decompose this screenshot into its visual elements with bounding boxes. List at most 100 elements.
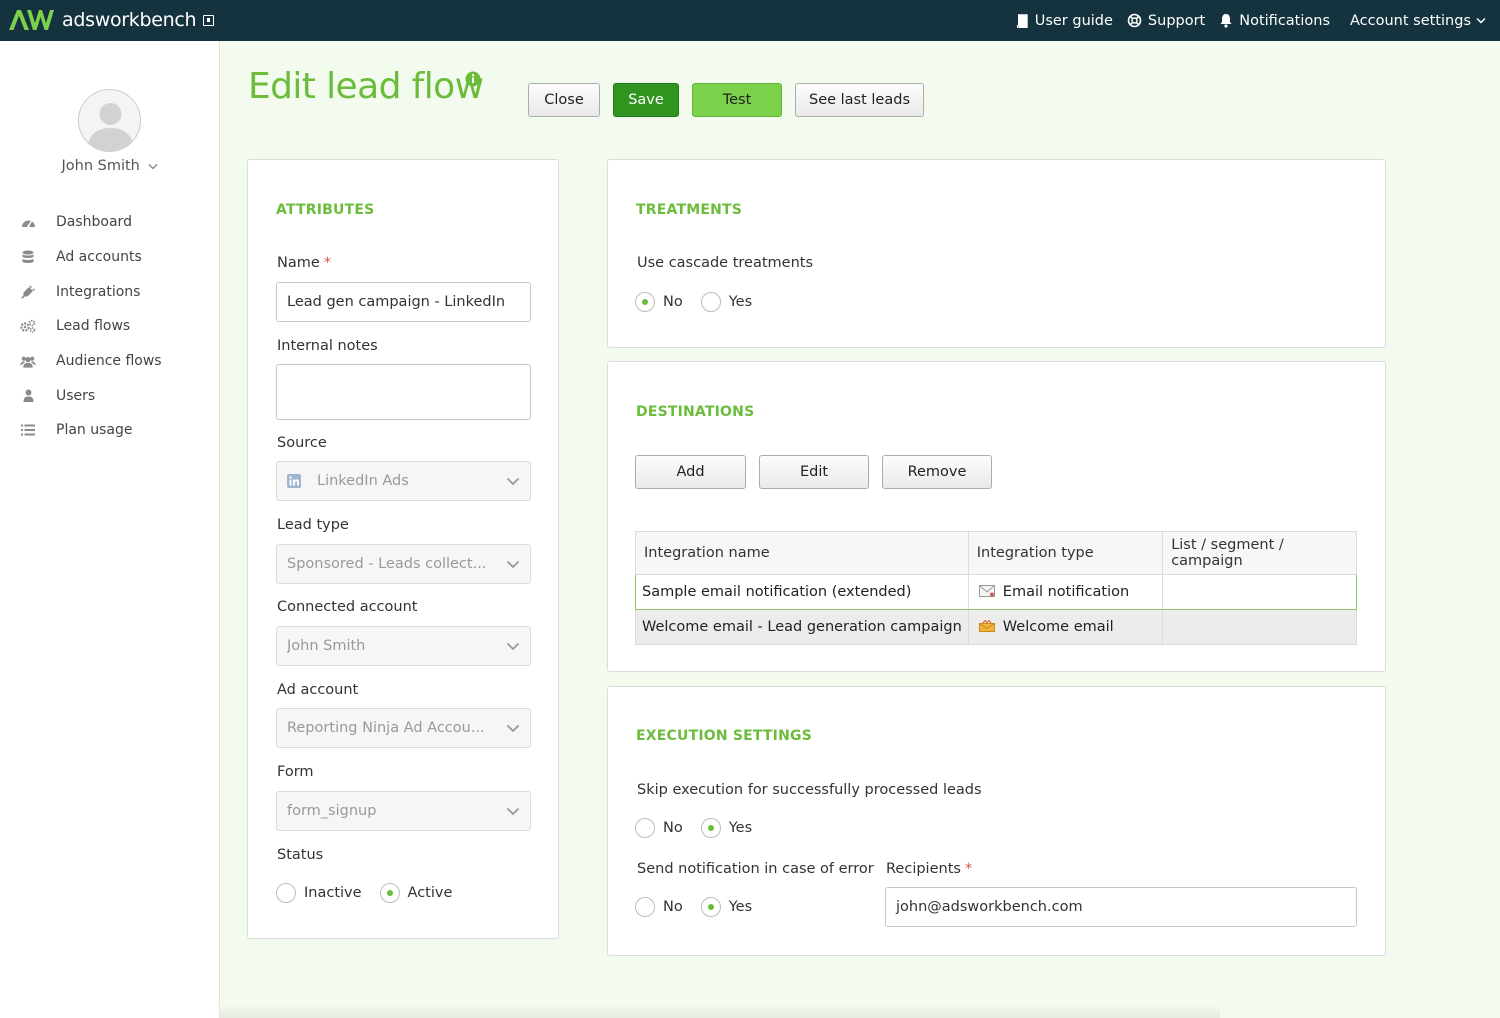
welcome-mail-icon <box>978 620 995 632</box>
chevron-down-icon <box>506 807 520 815</box>
edit-destination-button[interactable]: Edit <box>759 455 869 489</box>
skip-execution-radio-group: No Yes <box>635 818 770 838</box>
notify-yes-radio[interactable]: Yes <box>700 897 753 917</box>
chevron-down-icon <box>506 477 520 485</box>
integration-type-cell: Welcome email <box>967 609 1164 645</box>
required-marker: * <box>323 255 332 271</box>
radio-label: Yes <box>728 294 753 310</box>
info-icon[interactable] <box>465 71 481 87</box>
plug-icon <box>21 285 35 299</box>
sidebar-item-label: Integrations <box>56 283 141 300</box>
notify-no-radio[interactable]: No <box>635 897 683 917</box>
test-button[interactable]: Test <box>692 83 782 117</box>
radio-circle <box>635 897 655 917</box>
radio-circle-selected <box>700 897 721 917</box>
radio-label: No <box>663 294 683 310</box>
column-header[interactable]: Integration name <box>635 531 969 575</box>
skip-execution-label: Skip execution for successfully processe… <box>637 782 982 798</box>
notifications-link[interactable]: Notifications <box>1219 13 1330 29</box>
skip-yes-radio[interactable]: Yes <box>700 818 752 838</box>
sidebar-item-lead-flows[interactable]: Lead flows <box>20 309 162 344</box>
sidebar: John Smith Dashboard Ad accounts Integra… <box>0 41 220 1018</box>
source-label: Source <box>277 435 327 451</box>
source-select[interactable]: LinkedIn Ads <box>276 461 531 501</box>
recipients-input[interactable]: john@adsworkbench.com <box>885 887 1357 927</box>
envelope-icon <box>978 585 995 597</box>
form-label: Form <box>277 764 314 780</box>
sidebar-item-dashboard[interactable]: Dashboard <box>20 205 162 240</box>
column-header[interactable]: List / segment / campaign <box>1162 531 1357 575</box>
internal-notes-textarea[interactable] <box>276 364 531 420</box>
table-header-row: Integration name Integration type List /… <box>635 531 1357 575</box>
close-button[interactable]: Close <box>528 83 600 117</box>
account-settings-label: Account settings <box>1350 12 1471 29</box>
radio-label: Inactive <box>304 885 362 901</box>
user-name: John Smith <box>61 158 140 174</box>
lead-type-value: Sponsored - Leads collect... <box>287 556 487 572</box>
integration-name-cell: Welcome email - Lead generation campaign <box>635 609 969 645</box>
sidebar-item-ad-accounts[interactable]: Ad accounts <box>20 240 162 275</box>
gears-icon <box>20 320 36 334</box>
form-select[interactable]: form_signup <box>276 791 531 831</box>
linkedin-icon <box>287 474 301 488</box>
list-icon <box>21 424 35 436</box>
radio-label: No <box>663 899 683 915</box>
ad-account-select[interactable]: Reporting Ninja Ad Accou... <box>276 708 531 748</box>
user-guide-label: User guide <box>1034 12 1113 29</box>
table-row[interactable]: Welcome email - Lead generation campaign… <box>635 609 1357 645</box>
lead-type-select[interactable]: Sponsored - Leads collect... <box>276 544 531 584</box>
save-button[interactable]: Save <box>613 83 679 117</box>
table-row[interactable]: Sample email notification (extended) Ema… <box>635 574 1357 610</box>
sidebar-item-label: Audience flows <box>56 353 162 370</box>
user-icon <box>23 389 33 403</box>
support-link[interactable]: Support <box>1127 13 1205 29</box>
cascade-yes-radio[interactable]: Yes <box>700 292 753 312</box>
skip-no-radio[interactable]: No <box>635 818 683 838</box>
ad-account-label: Ad account <box>277 682 359 698</box>
see-last-leads-button[interactable]: See last leads <box>795 83 924 117</box>
column-header[interactable]: Integration type <box>967 531 1164 575</box>
avatar[interactable] <box>78 89 141 152</box>
cascade-no-radio[interactable]: No <box>635 292 683 312</box>
support-label: Support <box>1147 12 1206 29</box>
integration-type-label: Welcome email <box>1002 619 1114 635</box>
account-settings-menu[interactable]: Account settings <box>1350 13 1486 29</box>
user-menu[interactable]: John Smith <box>0 158 220 174</box>
chevron-down-icon <box>506 560 520 568</box>
radio-circle-selected <box>635 292 655 312</box>
radio-circle-selected <box>700 818 721 838</box>
sidebar-item-integrations[interactable]: Integrations <box>20 274 162 309</box>
top-navigation: User guide Support Notifications Account… <box>1001 0 1486 41</box>
remove-destination-button[interactable]: Remove <box>882 455 992 489</box>
destinations-title: DESTINATIONS <box>636 404 755 420</box>
required-marker: * <box>964 861 973 877</box>
status-inactive-radio[interactable]: Inactive <box>276 883 362 903</box>
sidebar-item-label: Ad accounts <box>56 249 142 266</box>
sidebar-item-users[interactable]: Users <box>20 378 162 413</box>
book-icon <box>1016 13 1028 28</box>
connected-account-select[interactable]: John Smith <box>276 626 531 666</box>
name-input[interactable]: Lead gen campaign - LinkedIn <box>276 282 531 322</box>
attributes-title: ATTRIBUTES <box>276 202 375 218</box>
page-title: Edit lead flow <box>248 66 484 107</box>
integration-type-label: Email notification <box>1002 584 1130 600</box>
user-guide-link[interactable]: User guide <box>1015 13 1113 29</box>
sidebar-item-plan-usage[interactable]: Plan usage <box>20 413 162 448</box>
treatments-panel <box>607 159 1386 348</box>
chevron-down-icon <box>506 642 520 650</box>
radio-label: Yes <box>728 899 753 915</box>
treatments-title: TREATMENTS <box>636 202 743 218</box>
page-bottom-edge <box>220 1004 1220 1018</box>
status-active-radio[interactable]: Active <box>379 883 452 903</box>
database-icon <box>22 250 34 264</box>
recipients-label: Recipients * <box>886 861 973 877</box>
sidebar-item-audience-flows[interactable]: Audience flows <box>20 344 162 379</box>
error-notification-radio-group: No Yes <box>635 897 770 917</box>
brand-logo[interactable]: adsworkbench <box>8 8 215 32</box>
ad-account-value: Reporting Ninja Ad Accou... <box>287 720 485 736</box>
chevron-down-icon <box>1476 17 1486 24</box>
sidebar-item-label: Lead flows <box>56 318 131 335</box>
internal-notes-label: Internal notes <box>277 338 378 354</box>
add-destination-button[interactable]: Add <box>635 455 746 489</box>
cascade-radio-group: No Yes <box>635 292 770 312</box>
